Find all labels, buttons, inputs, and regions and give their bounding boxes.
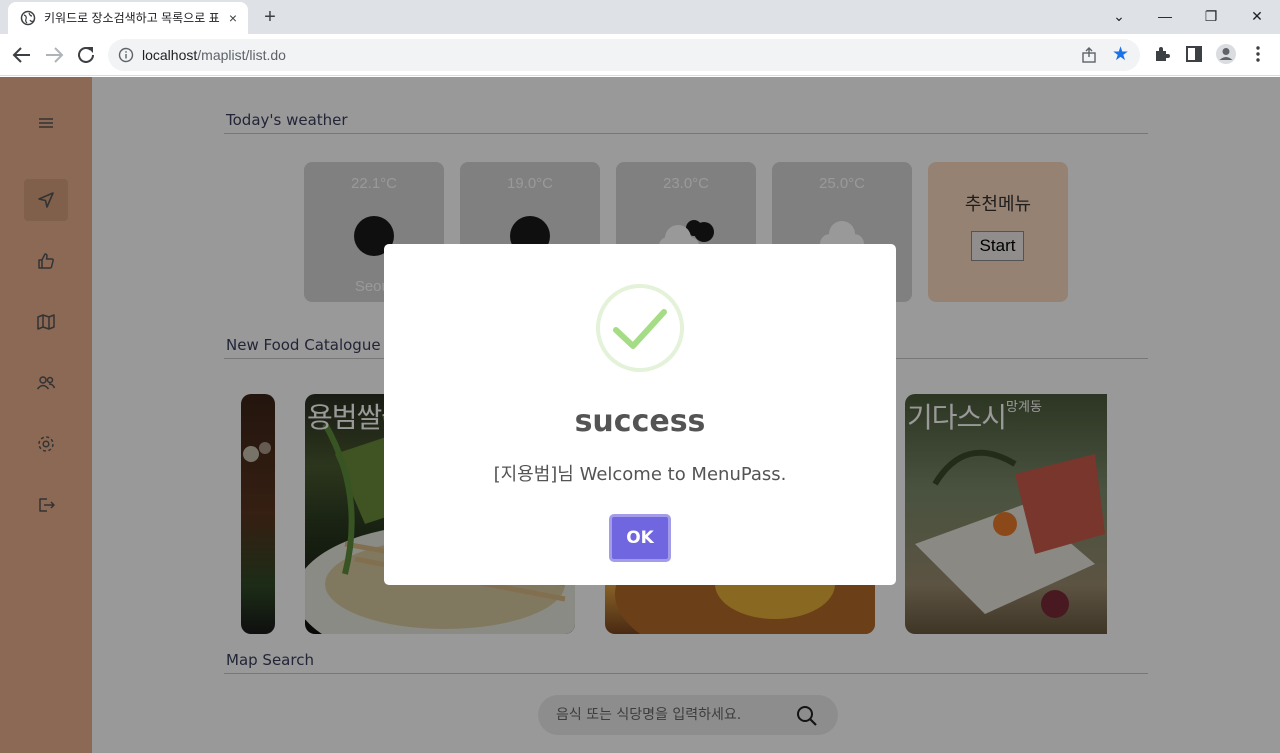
bookmark-star-icon[interactable]: ★: [1112, 44, 1129, 66]
browser-toolbar: localhost/maplist/list.do ★: [0, 34, 1280, 76]
more-menu-icon[interactable]: [1248, 44, 1268, 64]
profile-icon[interactable]: [1215, 43, 1237, 65]
tab-close-icon[interactable]: ×: [224, 9, 242, 27]
extensions-icon[interactable]: [1152, 44, 1172, 64]
dialog-title: success: [574, 404, 706, 439]
new-tab-button[interactable]: +: [258, 5, 282, 29]
dialog-message: [지용범]님 Welcome to MenuPass.: [493, 464, 787, 485]
address-bar[interactable]: localhost/maplist/list.do ★: [108, 39, 1140, 71]
url-host: localhost: [142, 47, 198, 63]
ok-button[interactable]: OK: [609, 514, 671, 562]
minimize-button[interactable]: —: [1142, 0, 1188, 34]
share-icon[interactable]: [1080, 46, 1098, 64]
url-path: /maplist/list.do: [197, 47, 286, 63]
browser-tab[interactable]: 키워드로 장소검색하고 목록으로 표출하기 ×: [8, 2, 248, 34]
browser-tab-bar: 키워드로 장소검색하고 목록으로 표출하기 × + ⌄ — ❐ ✕: [0, 0, 1280, 34]
close-window-button[interactable]: ✕: [1234, 0, 1280, 34]
url-text: localhost/maplist/list.do: [142, 47, 286, 63]
globe-icon: [20, 10, 36, 26]
success-check-icon: [596, 284, 684, 372]
reload-icon[interactable]: [74, 43, 98, 67]
tab-title: 키워드로 장소검색하고 목록으로 표출하기: [44, 11, 220, 25]
forward-icon[interactable]: [42, 43, 66, 67]
restore-button[interactable]: ❐: [1188, 0, 1234, 34]
tab-search-button[interactable]: ⌄: [1096, 0, 1142, 34]
site-info-icon[interactable]: [118, 47, 134, 63]
success-dialog: success [지용범]님 Welcome to MenuPass. OK: [384, 244, 896, 585]
side-panel-icon[interactable]: [1184, 44, 1204, 64]
back-icon[interactable]: [10, 43, 34, 67]
